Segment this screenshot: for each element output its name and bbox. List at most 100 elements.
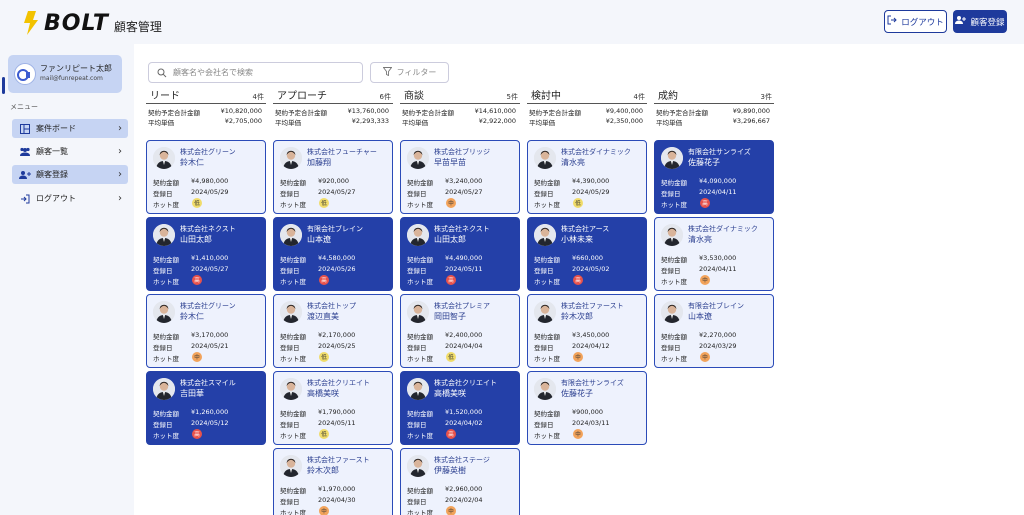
deal-card[interactable]: 有限会社サンライズ 佐藤花子 契約金額 ¥4,090,000 登録日 2024/…	[654, 140, 774, 214]
card-company: 株式会社ブリッジ	[434, 148, 490, 156]
total-value: ¥13,760,000	[347, 107, 389, 115]
deal-card[interactable]: 株式会社プレミア 岡田智子 契約金額 ¥2,400,000 登録日 2024/0…	[400, 294, 520, 368]
hot-label: ホット度	[280, 509, 306, 515]
date-value: 2024/05/27	[445, 188, 483, 196]
hot-label: ホット度	[534, 432, 560, 440]
deal-card[interactable]: 有限会社ブレイン 山本遼 契約金額 ¥4,580,000 登録日 2024/05…	[273, 217, 393, 291]
deal-card[interactable]: 株式会社ファースト 鈴木次郎 契約金額 ¥3,450,000 登録日 2024/…	[527, 294, 647, 368]
card-company: 株式会社ダイナミック	[561, 148, 631, 156]
hot-label: ホット度	[153, 355, 179, 363]
date-label: 登録日	[407, 498, 427, 506]
date-label: 登録日	[153, 190, 173, 198]
deal-card[interactable]: 株式会社ダイナミック 清水亮 契約金額 ¥4,390,000 登録日 2024/…	[527, 140, 647, 214]
filter-label: フィルター	[396, 68, 437, 77]
date-value: 2024/05/25	[318, 342, 356, 350]
hot-badge: 高	[700, 198, 710, 208]
total-label: 契約予定合計金額	[402, 109, 454, 117]
customer-avatar	[534, 224, 556, 246]
deal-card[interactable]: 株式会社ネクスト 山田太郎 契約金額 ¥4,490,000 登録日 2024/0…	[400, 217, 520, 291]
amount-label: 契約金額	[534, 179, 560, 187]
amount-value: ¥2,270,000	[699, 331, 737, 339]
card-company: 株式会社クリエイト	[434, 379, 497, 387]
card-company: 株式会社グリーン	[180, 302, 236, 310]
filter-button[interactable]: フィルター	[370, 62, 449, 83]
card-person: 高橋美咲	[434, 389, 466, 398]
date-value: 2024/02/04	[445, 496, 483, 504]
hot-badge: 低	[319, 429, 329, 439]
column-title: リード	[150, 91, 180, 102]
date-value: 2024/05/27	[191, 265, 229, 273]
amount-value: ¥3,240,000	[445, 177, 483, 185]
menu-label: メニュー	[10, 103, 38, 111]
bolt-icon	[22, 11, 40, 35]
date-label: 登録日	[534, 267, 554, 275]
sidebar-item-customers[interactable]: 顧客一覧 ›	[12, 142, 128, 161]
date-value: 2024/03/11	[572, 419, 610, 427]
deal-card[interactable]: 有限会社サンライズ 佐藤花子 契約金額 ¥900,000 登録日 2024/03…	[527, 371, 647, 445]
date-value: 2024/04/30	[318, 496, 356, 504]
deal-card[interactable]: 株式会社クリエイト 高橋美咲 契約金額 ¥1,520,000 登録日 2024/…	[400, 371, 520, 445]
sidebar-item-label: 顧客登録	[36, 170, 68, 179]
sidebar-item-board[interactable]: 案件ボード ›	[12, 119, 128, 138]
sidebar-item-register[interactable]: 顧客登録 ›	[12, 165, 128, 184]
chevron-right-icon: ›	[118, 169, 122, 180]
card-person: 鈴木次郎	[307, 466, 339, 475]
hot-badge: 低	[319, 352, 329, 362]
customer-avatar	[153, 147, 175, 169]
deal-card[interactable]: 有限会社ブレイン 山本遼 契約金額 ¥2,270,000 登録日 2024/03…	[654, 294, 774, 368]
date-label: 登録日	[661, 267, 681, 275]
date-value: 2024/05/26	[318, 265, 356, 273]
deal-card[interactable]: 株式会社ダイナミック 清水亮 契約金額 ¥3,530,000 登録日 2024/…	[654, 217, 774, 291]
amount-value: ¥2,170,000	[318, 331, 356, 339]
deal-card[interactable]: 株式会社ファースト 鈴木次郎 契約金額 ¥1,970,000 登録日 2024/…	[273, 448, 393, 515]
card-person: 清水亮	[561, 158, 585, 167]
date-label: 登録日	[280, 344, 300, 352]
column-count: 4件	[633, 93, 645, 101]
card-company: 株式会社ネクスト	[180, 225, 236, 233]
hot-badge: 中	[573, 352, 583, 362]
customer-avatar	[661, 147, 683, 169]
deal-card[interactable]: 株式会社ネクスト 山田太郎 契約金額 ¥1,410,000 登録日 2024/0…	[146, 217, 266, 291]
deal-card[interactable]: 株式会社クリエイト 高橋美咲 契約金額 ¥1,790,000 登録日 2024/…	[273, 371, 393, 445]
hot-badge: 中	[700, 275, 710, 285]
deal-card[interactable]: 株式会社ステージ 伊藤英樹 契約金額 ¥2,960,000 登録日 2024/0…	[400, 448, 520, 515]
deal-card[interactable]: 株式会社ブリッジ 早苗早苗 契約金額 ¥3,240,000 登録日 2024/0…	[400, 140, 520, 214]
deal-card[interactable]: 株式会社グリーン 鈴木仁 契約金額 ¥3,170,000 登録日 2024/05…	[146, 294, 266, 368]
amount-value: ¥4,490,000	[445, 254, 483, 262]
sidebar-item-label: 顧客一覧	[36, 147, 68, 156]
total-value: ¥9,400,000	[605, 107, 643, 115]
date-value: 2024/04/11	[699, 265, 737, 273]
deal-card[interactable]: 株式会社アース 小林未来 契約金額 ¥660,000 登録日 2024/05/0…	[527, 217, 647, 291]
total-label: 契約予定合計金額	[529, 109, 581, 117]
search-input[interactable]: 顧客名や会社名で検索	[148, 62, 363, 83]
board-column: 検討中 4件 契約予定合計金額 ¥9,400,000 平均単価 ¥2,350,000	[527, 88, 647, 127]
hot-label: ホット度	[407, 432, 433, 440]
amount-label: 契約金額	[153, 256, 179, 264]
column-summary: 契約予定合計金額 ¥9,890,000 平均単価 ¥3,296,667	[654, 104, 774, 127]
hot-badge: 高	[446, 275, 456, 285]
column-title: アプローチ	[277, 91, 327, 102]
total-value: ¥14,610,000	[474, 107, 516, 115]
sidebar-item-logout[interactable]: ログアウト ›	[12, 189, 128, 208]
deal-card[interactable]: 株式会社トップ 渡辺直美 契約金額 ¥2,170,000 登録日 2024/05…	[273, 294, 393, 368]
hot-badge: 中	[446, 198, 456, 208]
deal-card[interactable]: 株式会社フューチャー 加藤翔 契約金額 ¥920,000 登録日 2024/05…	[273, 140, 393, 214]
card-person: 岡田智子	[434, 312, 466, 321]
header-logout-button[interactable]: ログアウト	[884, 10, 947, 33]
hot-label: ホット度	[280, 278, 306, 286]
hot-badge: 中	[700, 352, 710, 362]
user-add-icon	[955, 15, 967, 28]
card-person: 山田太郎	[180, 235, 212, 244]
column-header: 商談 5件	[400, 88, 520, 104]
hot-badge: 高	[192, 275, 202, 285]
user-profile-card[interactable]: ファンリピート太郎 mail@funrepeat.com	[8, 55, 122, 93]
amount-value: ¥4,980,000	[191, 177, 229, 185]
amount-value: ¥2,960,000	[445, 485, 483, 493]
header-register-button[interactable]: 顧客登録	[953, 10, 1007, 33]
deal-card[interactable]: 株式会社スマイル 吉田華 契約金額 ¥1,260,000 登録日 2024/05…	[146, 371, 266, 445]
date-label: 登録日	[153, 267, 173, 275]
hot-label: ホット度	[534, 278, 560, 286]
hot-label: ホット度	[407, 509, 433, 515]
deal-card[interactable]: 株式会社グリーン 鈴木仁 契約金額 ¥4,980,000 登録日 2024/05…	[146, 140, 266, 214]
board-column: 成約 3件 契約予定合計金額 ¥9,890,000 平均単価 ¥3,296,667	[654, 88, 774, 127]
